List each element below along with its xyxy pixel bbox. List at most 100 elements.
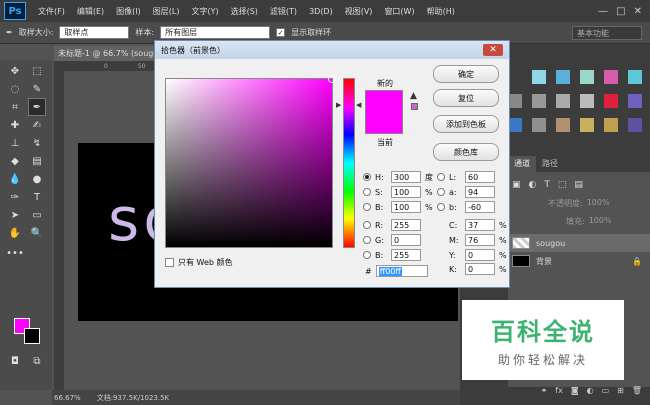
mask-icon[interactable]: ◙ [571, 386, 579, 400]
eyedropper-tool-icon[interactable]: ✒ [6, 28, 13, 37]
minimize-icon[interactable]: — [598, 6, 608, 17]
shape-filter-icon[interactable]: ⬚ [558, 180, 567, 190]
menu-image[interactable]: 图像(I) [110, 6, 147, 17]
saturation-input[interactable]: 100 [391, 186, 421, 198]
fill-value[interactable]: 100% [589, 216, 612, 227]
adjust-filter-icon[interactable]: ◐ [529, 180, 537, 190]
show-ring-checkbox[interactable]: ✓ [276, 28, 286, 37]
hue-slider[interactable] [343, 78, 355, 248]
more-tools-icon[interactable]: ••• [6, 244, 24, 262]
swatch[interactable] [508, 118, 522, 132]
swatch[interactable] [580, 70, 594, 84]
lab-a-input[interactable]: 94 [465, 186, 495, 198]
swatch[interactable] [532, 70, 546, 84]
move-tool-icon[interactable]: ✥ [6, 62, 24, 80]
swatch[interactable] [532, 118, 546, 132]
quick-mask-icon[interactable]: ◘ [6, 352, 24, 370]
opacity-value[interactable]: 100% [587, 198, 610, 209]
menu-view[interactable]: 视图(V) [339, 6, 379, 17]
lab-b-input[interactable]: -60 [465, 201, 495, 213]
type-filter-icon[interactable]: T [544, 180, 550, 190]
swatch[interactable] [628, 70, 642, 84]
tab-channels[interactable]: 通道 [508, 156, 536, 172]
saturation-radio[interactable] [363, 188, 371, 196]
zoom-level[interactable]: 66.67% [54, 394, 81, 402]
reset-button[interactable]: 复位 [433, 89, 499, 107]
eraser-tool-icon[interactable]: ◆ [6, 152, 24, 170]
cyan-input[interactable]: 37 [465, 219, 495, 231]
lab-l-input[interactable]: 60 [465, 171, 495, 183]
crop-tool-icon[interactable]: ⌗ [6, 98, 24, 116]
brightness-input[interactable]: 100 [391, 201, 421, 213]
background-color-swatch[interactable] [24, 328, 40, 344]
eyedropper-icon[interactable]: ✒ [28, 98, 46, 116]
lab-a-radio[interactable] [437, 188, 445, 196]
web-only-checkbox[interactable] [165, 258, 174, 267]
yellow-input[interactable]: 0 [465, 249, 495, 261]
trash-icon[interactable]: 🗑 [632, 386, 642, 400]
hue-arrow-right-icon[interactable]: ◀ [356, 101, 361, 109]
link-icon[interactable]: ⚭ [541, 386, 548, 400]
stamp-tool-icon[interactable]: ⊥ [6, 134, 24, 152]
blur-tool-icon[interactable]: 💧 [6, 170, 24, 188]
blue-radio[interactable] [363, 251, 371, 259]
menu-3d[interactable]: 3D(D) [303, 7, 339, 16]
menu-layer[interactable]: 图层(L) [147, 6, 186, 17]
black-input[interactable]: 0 [465, 263, 495, 275]
blue-input[interactable]: 255 [391, 249, 421, 261]
dodge-tool-icon[interactable]: ● [28, 170, 46, 188]
swatch[interactable] [508, 94, 522, 108]
quick-select-tool-icon[interactable]: ✎ [28, 80, 46, 98]
type-tool-icon[interactable]: T [28, 188, 46, 206]
sample-select[interactable]: 所有图层 [160, 26, 271, 39]
close-window-icon[interactable]: ✕ [634, 6, 642, 17]
swatch[interactable] [628, 118, 642, 132]
swatch[interactable] [580, 94, 594, 108]
history-brush-icon[interactable]: ↯ [28, 134, 46, 152]
current-color-swatch[interactable] [365, 112, 403, 134]
saturation-brightness-field[interactable] [165, 75, 336, 248]
menu-help[interactable]: 帮助(H) [421, 6, 461, 17]
lab-l-radio[interactable] [437, 173, 445, 181]
swatch[interactable] [556, 118, 570, 132]
red-radio[interactable] [363, 221, 371, 229]
layer-row[interactable]: 背景 🔒 [508, 252, 650, 270]
zoom-tool-icon[interactable]: 🔍 [28, 224, 46, 242]
magenta-input[interactable]: 76 [465, 234, 495, 246]
screen-mode-icon[interactable]: ⧉ [28, 352, 46, 370]
add-to-swatches-button[interactable]: 添加到色板 [433, 115, 499, 133]
menu-filter[interactable]: 滤镜(T) [264, 6, 303, 17]
menu-file[interactable]: 文件(F) [32, 6, 71, 17]
red-input[interactable]: 255 [391, 219, 421, 231]
marquee-tool-icon[interactable]: ⬚ [28, 62, 46, 80]
swatch[interactable] [604, 118, 618, 132]
swatch[interactable] [580, 118, 594, 132]
swatch[interactable] [556, 94, 570, 108]
green-input[interactable]: 0 [391, 234, 421, 246]
tab-paths[interactable]: 路径 [536, 156, 564, 172]
hue-input[interactable]: 300 [391, 171, 421, 183]
hand-tool-icon[interactable]: ✋ [6, 224, 24, 242]
green-radio[interactable] [363, 236, 371, 244]
swatch[interactable] [628, 94, 642, 108]
lasso-tool-icon[interactable]: ◌ [6, 80, 24, 98]
gradient-tool-icon[interactable]: ▤ [28, 152, 46, 170]
maximize-icon[interactable]: □ [616, 6, 625, 17]
brightness-radio[interactable] [363, 203, 371, 211]
adjustment-icon[interactable]: ◐ [587, 386, 594, 400]
shape-tool-icon[interactable]: ▭ [28, 206, 46, 224]
swatch[interactable] [604, 70, 618, 84]
folder-icon[interactable]: ▭ [602, 386, 610, 400]
swatch[interactable] [556, 70, 570, 84]
web-safe-cube-icon[interactable] [411, 103, 418, 110]
image-filter-icon[interactable]: ▣ [512, 180, 521, 190]
hue-arrow-left-icon[interactable]: ▶ [336, 101, 341, 109]
color-picker-cursor-icon[interactable] [328, 75, 336, 83]
hex-input[interactable]: ff00ff [375, 265, 428, 277]
swatch[interactable] [532, 94, 546, 108]
close-icon[interactable]: ✕ [483, 44, 503, 56]
hue-radio[interactable] [363, 173, 371, 181]
layer-row[interactable]: sougou [508, 234, 650, 252]
ok-button[interactable]: 确定 [433, 65, 499, 83]
menu-select[interactable]: 选择(S) [225, 6, 264, 17]
